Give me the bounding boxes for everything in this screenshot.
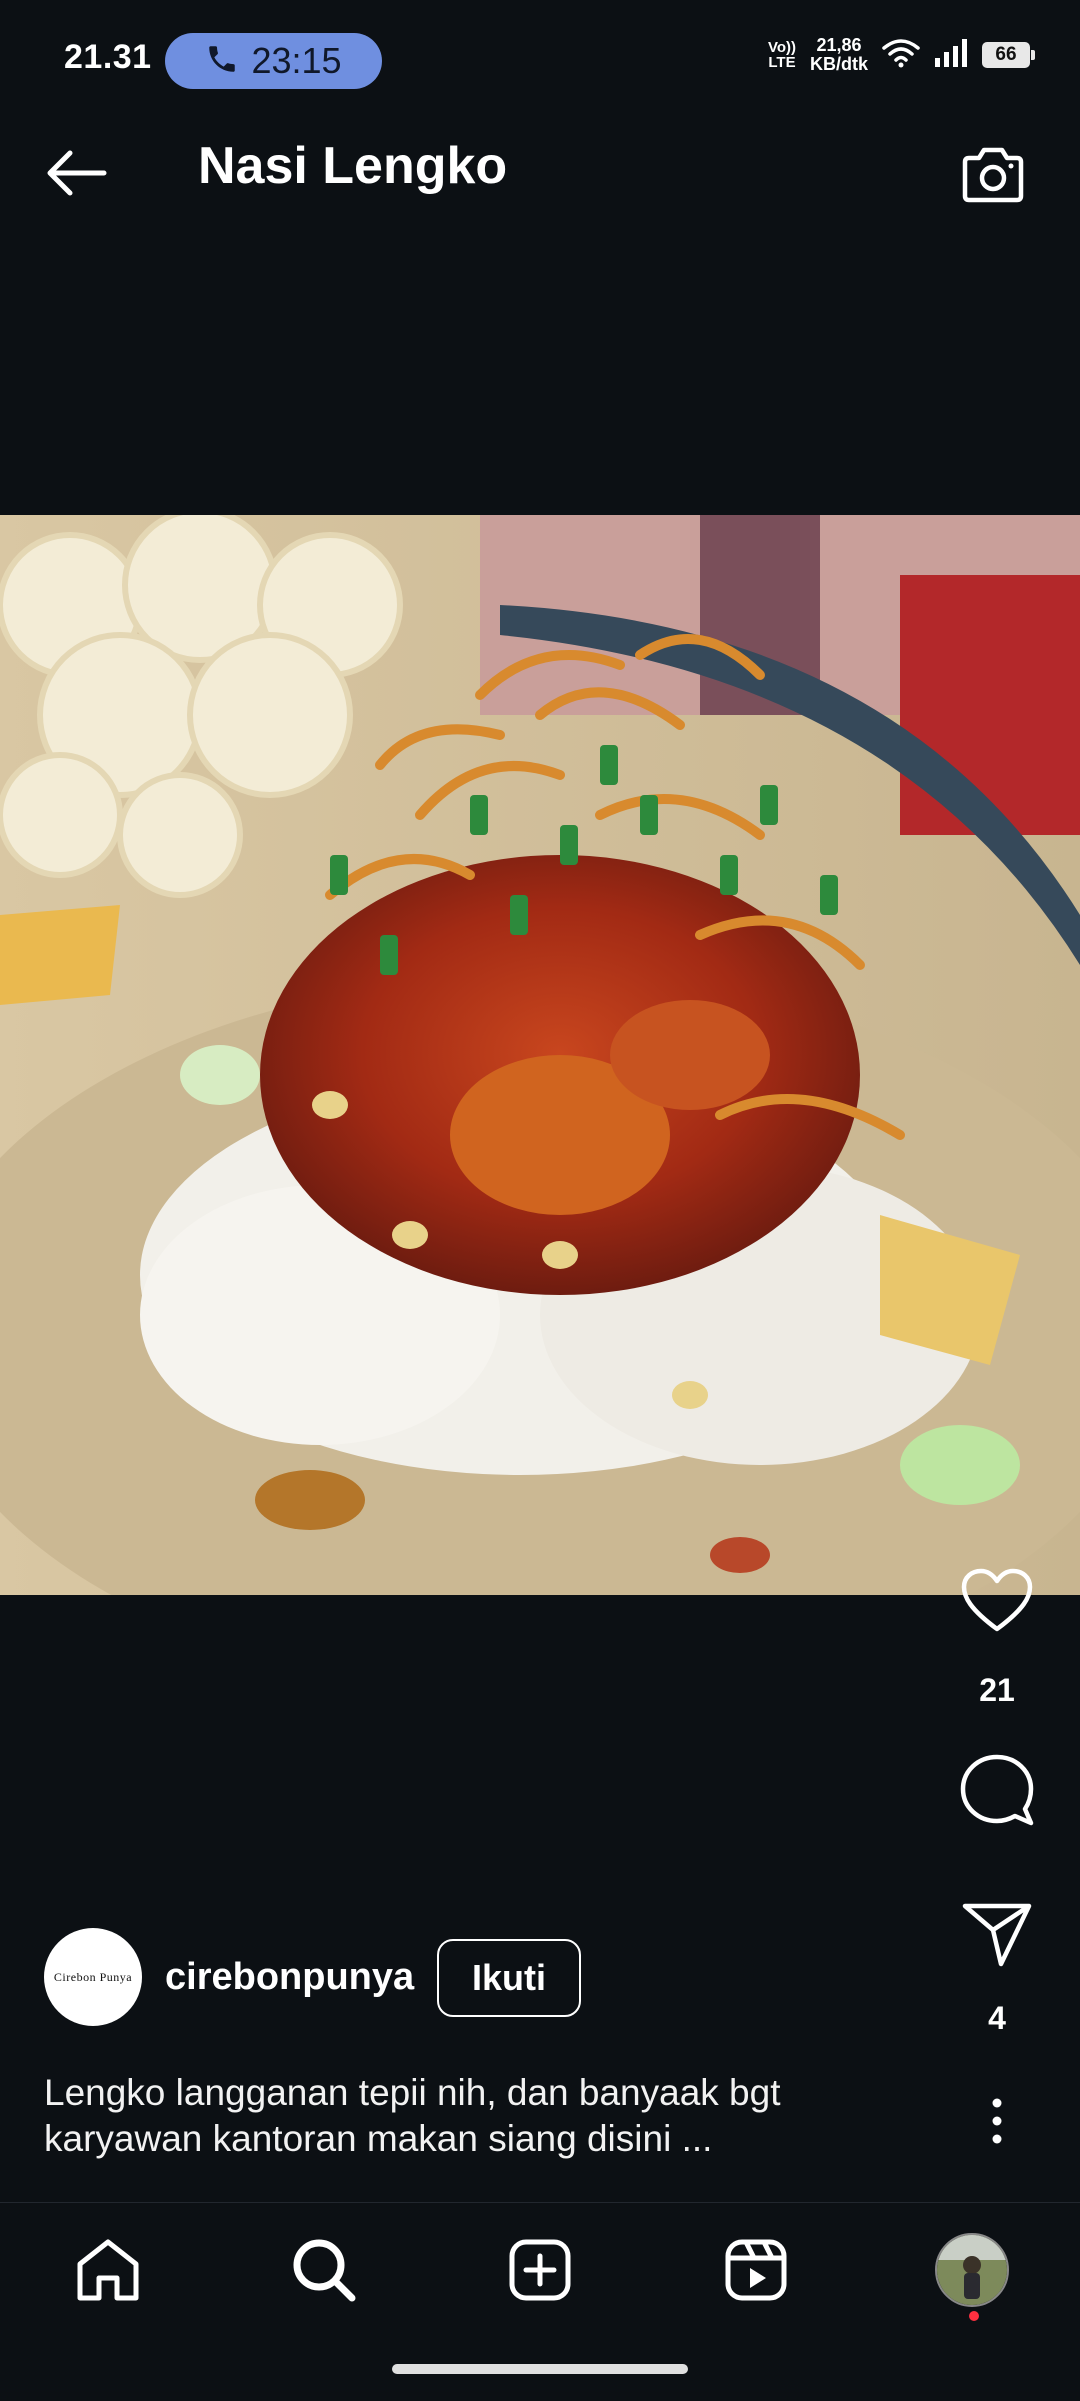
nav-home[interactable]	[53, 2222, 163, 2318]
camera-button[interactable]	[950, 136, 1036, 212]
like-button[interactable]	[952, 1555, 1042, 1645]
battery-icon: 66	[982, 42, 1035, 68]
page-title: Nasi Lengko	[198, 137, 508, 195]
nav-create[interactable]	[485, 2222, 595, 2318]
signal-icon	[934, 38, 968, 73]
status-time: 21.31	[64, 38, 152, 76]
nav-search[interactable]	[269, 2222, 379, 2318]
profile-avatar	[935, 2233, 1009, 2307]
follow-button[interactable]: Ikuti	[437, 1939, 581, 2017]
food-photo[interactable]	[0, 515, 1080, 1595]
more-options-button[interactable]	[952, 2076, 1042, 2166]
ongoing-call-pill[interactable]: 23:15	[165, 33, 382, 89]
home-icon	[77, 2239, 139, 2301]
notification-dot	[969, 2311, 979, 2321]
post-caption[interactable]: Lengko langganan tepii nih, dan banyaak …	[44, 2070, 904, 2162]
home-indicator[interactable]	[392, 2364, 688, 2374]
add-post-icon	[509, 2239, 571, 2301]
network-speed: 21,86 KB/dtk	[810, 35, 868, 74]
author-username[interactable]: cirebonpunya	[165, 1956, 414, 1999]
like-count: 21	[979, 1672, 1015, 1708]
back-button[interactable]	[36, 138, 116, 208]
comment-button[interactable]	[952, 1745, 1042, 1835]
phone-icon	[205, 42, 239, 81]
send-icon	[962, 1903, 1032, 1967]
share-count: 4	[988, 2000, 1006, 2036]
reels-icon	[725, 2239, 787, 2301]
author-avatar[interactable]: Cirebon Punya	[44, 1928, 142, 2026]
volte-indicator: Vo)) LTE	[767, 39, 796, 71]
more-vertical-icon	[992, 2098, 1002, 2144]
arrow-left-icon	[47, 150, 107, 196]
nav-reels[interactable]	[701, 2222, 811, 2318]
comment-icon	[960, 1754, 1034, 1826]
nav-profile[interactable]	[917, 2222, 1027, 2318]
status-icons: Vo)) LTE 21,86 KB/dtk 66	[767, 35, 1035, 74]
share-button[interactable]	[952, 1890, 1042, 1980]
camera-icon	[962, 147, 1024, 203]
search-icon	[293, 2239, 356, 2302]
heart-icon	[961, 1568, 1033, 1632]
wifi-icon	[882, 38, 920, 73]
call-timer: 23:15	[251, 40, 342, 81]
